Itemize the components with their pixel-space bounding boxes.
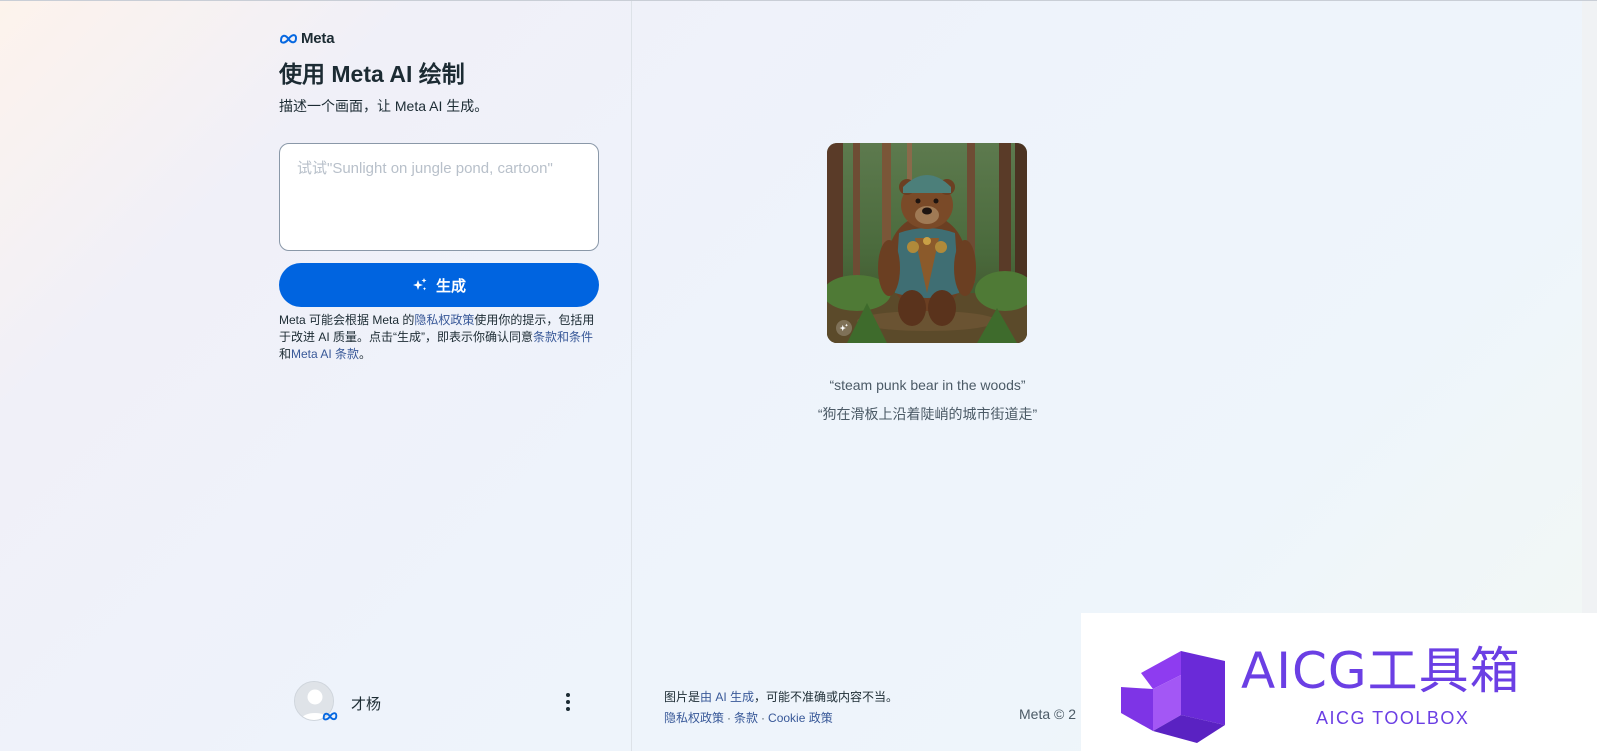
privacy-policy-link[interactable]: 隐私权政策 bbox=[414, 313, 474, 327]
preview-caption-2: “狗在滑板上沿着陡峭的城市街道走” bbox=[817, 406, 1038, 422]
watermark-subtitle: AICG TOOLBOX bbox=[1316, 708, 1470, 728]
generate-button-label: 生成 bbox=[435, 277, 466, 295]
user-name: 才杨 bbox=[351, 696, 382, 713]
meta-logo[interactable]: Meta bbox=[279, 30, 335, 47]
disclaimer-text: Meta 可能会根据 Meta 的隐私权政策使用你的提示，包括用于改进 AI 质… bbox=[279, 312, 604, 363]
left-panel: Meta 使用 Meta AI 绘制 描述一个画面，让 Meta AI 生成。 … bbox=[0, 1, 632, 751]
prompt-input[interactable] bbox=[280, 144, 598, 250]
note-part-2: ，可能不准确或内容不当。 bbox=[754, 690, 899, 704]
user-profile: 才杨 bbox=[294, 681, 584, 723]
page-subtitle: 描述一个画面，让 Meta AI 生成。 bbox=[279, 98, 489, 114]
sparkle-icon bbox=[412, 278, 427, 291]
steampunk-bear-illustration bbox=[827, 143, 1027, 343]
footer-separator: · bbox=[727, 711, 732, 725]
note-part-1: 图片是 bbox=[664, 690, 701, 704]
preview-image[interactable] bbox=[827, 143, 1027, 343]
watermark-overlay: AICG工具箱 AICG TOOLBOX bbox=[1081, 613, 1597, 751]
footer-privacy-link[interactable]: 隐私权政策 bbox=[664, 711, 724, 725]
ai-generated-note: 图片是由 AI 生成，可能不准确或内容不当。 bbox=[664, 688, 898, 705]
footer-separator: · bbox=[761, 711, 766, 725]
page-title: 使用 Meta AI 绘制 bbox=[279, 61, 465, 87]
meta-badge-icon bbox=[322, 712, 338, 721]
prompt-box bbox=[279, 143, 599, 251]
meta-ai-terms-link[interactable]: Meta AI 条款 bbox=[291, 347, 359, 361]
disclaimer-part-3: 和 bbox=[279, 347, 292, 361]
disclaimer-part-1: Meta 可能会根据 Meta 的 bbox=[279, 313, 415, 327]
ai-badge-sparkle-icon bbox=[839, 323, 849, 332]
scrollbar[interactable] bbox=[1582, 1, 1597, 613]
meta-logo-icon bbox=[279, 34, 298, 44]
copyright: Meta © 2 bbox=[1019, 706, 1077, 722]
ai-generated-icon bbox=[836, 320, 852, 336]
watermark-title: AICG工具箱 bbox=[1241, 642, 1521, 700]
generate-button[interactable]: 生成 bbox=[279, 263, 599, 307]
disclaimer-part-4: 。 bbox=[359, 347, 372, 361]
preview-caption-1: “steam punk bear in the woods” bbox=[829, 377, 1026, 393]
meta-logo-text: Meta bbox=[301, 30, 335, 47]
ai-generated-link[interactable]: 由 AI 生成 bbox=[700, 690, 754, 704]
footer-cookie-link[interactable]: Cookie 政策 bbox=[768, 711, 833, 725]
footer-links: 隐私权政策 · 条款 · Cookie 政策 bbox=[664, 709, 833, 726]
terms-link[interactable]: 条款和条件 bbox=[533, 330, 593, 344]
aicg-toolbox-logo-icon bbox=[1121, 651, 1225, 743]
more-vertical-icon[interactable] bbox=[558, 689, 578, 715]
footer-terms-link[interactable]: 条款 bbox=[734, 711, 758, 725]
